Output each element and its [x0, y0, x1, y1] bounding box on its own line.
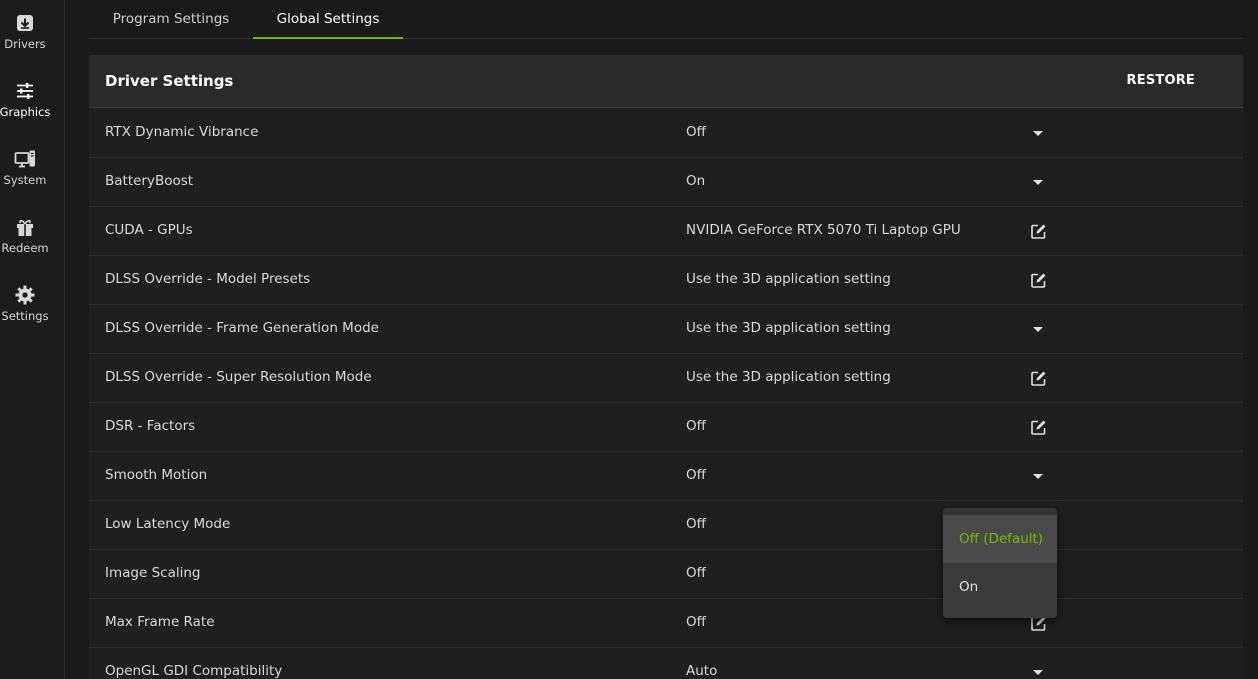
- dropdown-menu: Off (Default) On: [943, 508, 1057, 618]
- sidebar-item-graphics[interactable]: Graphics: [0, 80, 50, 119]
- setting-row[interactable]: CUDA - GPUs NVIDIA GeForce RTX 5070 Ti La…: [89, 206, 1243, 256]
- setting-value: Off: [686, 565, 706, 581]
- edit-pencil-icon: [1030, 371, 1045, 386]
- system-monitor-icon: [14, 150, 35, 168]
- dropdown-option-on[interactable]: On: [943, 563, 1057, 611]
- setting-label: Max Frame Rate: [105, 614, 215, 630]
- setting-row[interactable]: DLSS Override - Frame Generation Mode Use…: [89, 304, 1243, 354]
- dropdown-menu-header: [943, 508, 1057, 515]
- setting-label: BatteryBoost: [105, 173, 194, 189]
- tab-label: Program Settings: [112, 11, 230, 27]
- setting-value: Off: [686, 418, 706, 434]
- edit-icon[interactable]: [1029, 271, 1047, 289]
- setting-label: Low Latency Mode: [105, 516, 231, 532]
- sidebar-item-label: Graphics: [0, 105, 51, 119]
- graphics-sliders-icon: [17, 83, 33, 99]
- setting-label: RTX Dynamic Vibrance: [105, 124, 259, 140]
- setting-row[interactable]: RTX Dynamic Vibrance Off: [89, 108, 1243, 158]
- tab-global-settings[interactable]: Global Settings: [253, 0, 403, 39]
- sidebar-item-label: Redeem: [1, 241, 49, 255]
- setting-label: DSR - Factors: [105, 418, 196, 434]
- edit-pencil-icon: [1030, 224, 1045, 239]
- sidebar-item-settings[interactable]: Settings: [0, 284, 50, 323]
- setting-value: Off: [686, 516, 706, 532]
- panel-header: Driver Settings RESTORE: [89, 55, 1243, 108]
- edit-icon[interactable]: [1029, 222, 1047, 240]
- setting-row[interactable]: Smooth Motion Off: [89, 451, 1243, 501]
- sidebar-item-label: Drivers: [4, 37, 46, 51]
- tab-program-settings[interactable]: Program Settings: [89, 0, 253, 38]
- driver-settings-panel: Driver Settings RESTORE RTX Dynamic Vibr…: [89, 55, 1243, 679]
- setting-label: DLSS Override - Model Presets: [105, 271, 311, 287]
- tab-label: Global Settings: [276, 11, 380, 27]
- caret-down-icon: [1033, 326, 1043, 332]
- setting-value: Off: [686, 467, 706, 483]
- dropdown-caret-icon[interactable]: [1029, 467, 1047, 485]
- setting-value: Use the 3D application setting: [686, 320, 891, 336]
- redeem-gift-icon: [17, 219, 33, 236]
- sidebar-item-label: Settings: [1, 309, 49, 323]
- settings-tabs: Program Settings Global Settings: [89, 0, 1243, 39]
- setting-value: Auto: [686, 663, 718, 679]
- setting-label: Image Scaling: [105, 565, 201, 581]
- restore-button[interactable]: RESTORE: [1127, 55, 1195, 107]
- setting-value: Off: [686, 614, 706, 630]
- settings-gear-icon: [15, 285, 35, 305]
- setting-value: Use the 3D application setting: [686, 271, 891, 287]
- edit-icon[interactable]: [1029, 418, 1047, 436]
- sidebar-item-drivers[interactable]: Drivers: [0, 12, 50, 51]
- setting-value: NVIDIA GeForce RTX 5070 Ti Laptop GPU: [686, 222, 961, 238]
- setting-value: On: [686, 173, 706, 189]
- drivers-download-icon: [17, 15, 33, 31]
- setting-row[interactable]: OpenGL GDI Compatibility Auto: [89, 647, 1243, 679]
- dropdown-caret-icon[interactable]: [1029, 124, 1047, 142]
- dropdown-caret-icon[interactable]: [1029, 173, 1047, 191]
- dropdown-caret-icon[interactable]: [1029, 663, 1047, 679]
- app-window: Drivers Graphics System Redeem Settings …: [0, 0, 1258, 679]
- setting-value: Off: [686, 124, 706, 140]
- setting-label: OpenGL GDI Compatibility: [105, 663, 283, 679]
- caret-down-icon: [1033, 179, 1043, 185]
- setting-row[interactable]: Low Latency Mode Off: [89, 500, 1243, 550]
- edit-icon[interactable]: [1029, 369, 1047, 387]
- edit-pencil-icon: [1030, 273, 1045, 288]
- setting-value: Use the 3D application setting: [686, 369, 891, 385]
- sidebar-item-redeem[interactable]: Redeem: [0, 216, 50, 255]
- setting-row[interactable]: DLSS Override - Model Presets Use the 3D …: [89, 255, 1243, 305]
- dropdown-caret-icon[interactable]: [1029, 320, 1047, 338]
- setting-row[interactable]: Image Scaling Off: [89, 549, 1243, 599]
- panel-title: Driver Settings: [105, 72, 234, 90]
- setting-row[interactable]: DSR - Factors Off: [89, 402, 1243, 452]
- sidebar: Drivers Graphics System Redeem Settings: [0, 0, 65, 679]
- caret-down-icon: [1033, 130, 1043, 136]
- setting-row[interactable]: Max Frame Rate Off: [89, 598, 1243, 648]
- setting-label: DLSS Override - Frame Generation Mode: [105, 320, 379, 336]
- setting-label: Smooth Motion: [105, 467, 208, 483]
- sidebar-item-system[interactable]: System: [0, 148, 50, 187]
- caret-down-icon: [1033, 669, 1043, 675]
- dropdown-option-off-default[interactable]: Off (Default): [943, 515, 1057, 563]
- setting-row[interactable]: BatteryBoost On: [89, 157, 1243, 207]
- edit-pencil-icon: [1030, 420, 1045, 435]
- caret-down-icon: [1033, 473, 1043, 479]
- setting-label: CUDA - GPUs: [105, 222, 193, 238]
- setting-row[interactable]: DLSS Override - Super Resolution Mode Use…: [89, 353, 1243, 403]
- sidebar-item-label: System: [3, 173, 47, 187]
- setting-label: DLSS Override - Super Resolution Mode: [105, 369, 372, 385]
